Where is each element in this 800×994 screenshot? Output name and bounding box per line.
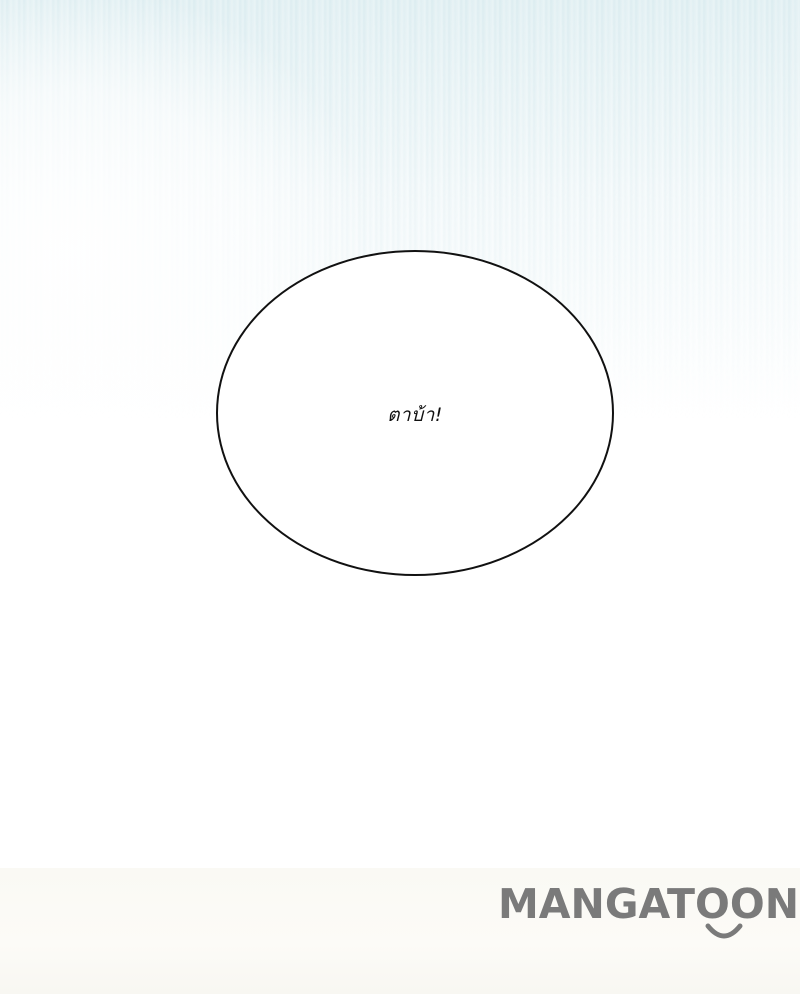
mangatoon-watermark: MANGATOON bbox=[498, 876, 800, 946]
smile-arc-icon bbox=[705, 923, 743, 939]
speech-bubble-text: ตาบ้า! bbox=[387, 404, 443, 426]
speech-bubble: ตาบ้า! bbox=[216, 250, 614, 576]
manga-page: ตาบ้า! MANGATOON bbox=[0, 0, 800, 994]
watermark-logo-text: MANGATOON bbox=[498, 880, 800, 928]
